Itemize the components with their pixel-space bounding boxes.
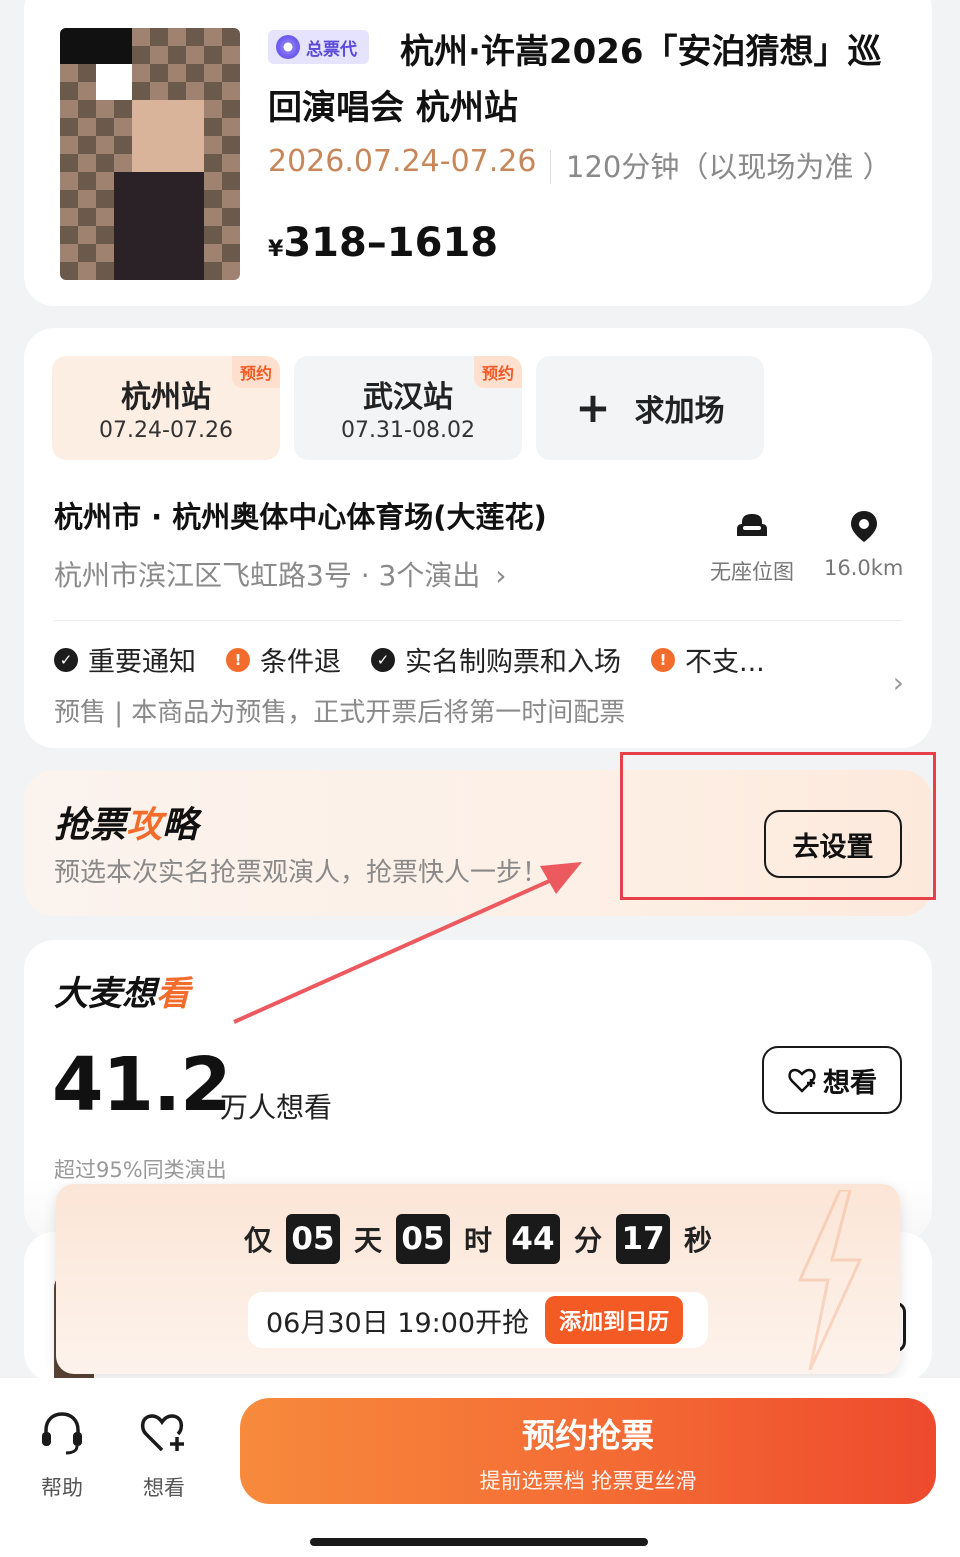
reserve-ticket-button[interactable]: 预约抢票 提前选票档 抢票更丝滑 (240, 1398, 936, 1504)
add-to-calendar-button[interactable]: 添加到日历 (545, 1296, 684, 1344)
warning-icon: ! (651, 647, 675, 672)
want-to-see-button[interactable]: 想看 (762, 1046, 902, 1114)
chevron-right-icon[interactable]: › (893, 666, 904, 699)
countdown-hours: 05 (395, 1214, 450, 1264)
heart-plus-icon (788, 1068, 816, 1093)
event-date: 2026.07.24-07.26 (268, 144, 537, 179)
notice-item: ! 条件退 (226, 640, 341, 679)
strategy-title-part: 抢票 (54, 805, 127, 846)
notice-label: 实名制购票和入场 (405, 647, 621, 678)
station-tab-hangzhou[interactable]: 杭州站 07.24-07.26 预约 (52, 356, 280, 460)
headset-icon (42, 1412, 82, 1455)
event-duration: 120分钟（以现场为准 ） (566, 150, 892, 184)
plus-icon: + (575, 383, 611, 432)
warning-icon: ! (226, 647, 250, 672)
seat-map-button[interactable]: 无座位图 (710, 508, 794, 586)
countdown-seconds: 17 (616, 1214, 671, 1264)
station-tab-wuhan[interactable]: 武汉站 07.31-08.02 预约 (294, 356, 522, 460)
home-indicator (310, 1538, 648, 1546)
strategy-title-highlight: 攻 (126, 805, 163, 846)
strategy-title-part: 略 (162, 805, 199, 846)
strategy-title: 抢票攻略 (54, 796, 198, 848)
countdown-unit: 秒 (684, 1224, 713, 1257)
divider (550, 150, 551, 184)
venue-name: 杭州市 · 杭州奥体中心体育场(大莲花) (54, 500, 547, 534)
venue-card: 杭州站 07.24-07.26 预约 武汉站 07.31-08.02 预约 + … (24, 328, 932, 748)
want-count-unit: 万人想看 (220, 1091, 333, 1124)
station-date: 07.24-07.26 (99, 418, 233, 443)
cta-sub-label: 提前选票档 抢票更丝滑 (479, 1469, 697, 1493)
event-poster-image[interactable] (60, 28, 240, 280)
notice-label: 不支... (685, 647, 765, 678)
annotation-highlight-box (620, 752, 936, 900)
countdown-prefix: 仅 (243, 1224, 272, 1257)
want-button-label: 想看 (823, 1067, 877, 1099)
want-to-see-nav-button[interactable]: 想看 (138, 1406, 190, 1502)
price-range: ¥318–1618 (268, 220, 498, 266)
strategy-subtitle: 预选本次实名抢票观演人，抢票快人一步！ (54, 858, 549, 888)
venue-address-link[interactable]: 杭州市滨江区飞虹路3号 · 3个演出 › (54, 554, 506, 594)
map-pin-icon (850, 511, 877, 542)
sale-start-bar: 06月30日 19:00开抢 添加到日历 (248, 1292, 708, 1348)
want-title-highlight: 看 (156, 974, 190, 1014)
price-value: 318–1618 (283, 220, 499, 266)
sale-countdown-banner: 仅 05 天 05 时 44 分 17 秒 06月30日 19:00开抢 添加到… (56, 1184, 900, 1374)
help-label: 帮助 (41, 1476, 83, 1500)
notice-label: 重要通知 (88, 647, 196, 678)
reserve-tag: 预约 (473, 356, 522, 388)
notice-item: ! 不支... (651, 640, 765, 679)
station-tabs: 杭州站 07.24-07.26 预约 武汉站 07.31-08.02 预约 + … (52, 356, 764, 460)
request-extra-show-label: 求加场 (634, 394, 725, 429)
heart-plus-icon (140, 1414, 184, 1452)
divider (54, 620, 902, 621)
countdown-unit: 分 (574, 1224, 603, 1257)
countdown-unit: 时 (463, 1224, 492, 1257)
request-extra-show-button[interactable]: + 求加场 (536, 356, 764, 460)
want-exceed-text: 超过95%同类演出 (54, 1158, 227, 1182)
want-title: 大麦想看 (54, 966, 190, 1015)
notice-item: ✓ 重要通知 (54, 640, 196, 679)
countdown-timer: 仅 05 天 05 时 44 分 17 秒 (56, 1214, 900, 1264)
notice-list[interactable]: ✓ 重要通知 ! 条件退 ✓ 实名制购票和入场 ! 不支... (54, 640, 765, 679)
cta-main-label: 预约抢票 (522, 1416, 654, 1455)
station-date: 07.31-08.02 (341, 418, 475, 443)
map-location-button[interactable]: 16.0km (824, 508, 903, 580)
event-title: 杭州·许嵩2026「安泊猜想」巡回演唱会 杭州站 (268, 32, 882, 128)
reserve-tag: 预约 (231, 356, 280, 388)
event-card: 总票代 杭州·许嵩2026「安泊猜想」巡回演唱会 杭州站 2026.07.24-… (24, 0, 932, 306)
currency-symbol: ¥ (268, 237, 284, 262)
venue-address: 杭州市滨江区飞虹路3号 · 3个演出 (54, 559, 481, 592)
check-icon: ✓ (54, 647, 78, 672)
presale-notice: 预售 | 本商品为预售，正式开票后将第一时间配票 (54, 698, 626, 728)
armchair-icon (737, 514, 767, 536)
want-nav-label: 想看 (143, 1476, 185, 1500)
want-title-part: 大麦想 (54, 974, 156, 1014)
notice-item: ✓ 实名制购票和入场 (371, 640, 621, 679)
countdown-unit: 天 (353, 1224, 382, 1257)
distance-label: 16.0km (824, 556, 904, 580)
check-icon: ✓ (371, 647, 395, 672)
sale-start-time: 06月30日 19:00开抢 (266, 1307, 530, 1339)
notice-label: 条件退 (260, 647, 341, 678)
countdown-days: 05 (285, 1214, 340, 1264)
countdown-minutes: 44 (506, 1214, 560, 1264)
seat-map-label: 无座位图 (710, 560, 794, 584)
bottom-action-bar: 帮助 想看 预约抢票 提前选票档 抢票更丝滑 (0, 1378, 960, 1557)
want-count: 41.2 (52, 1042, 232, 1128)
chevron-right-icon: › (495, 559, 507, 592)
help-button[interactable]: 帮助 (36, 1406, 88, 1502)
